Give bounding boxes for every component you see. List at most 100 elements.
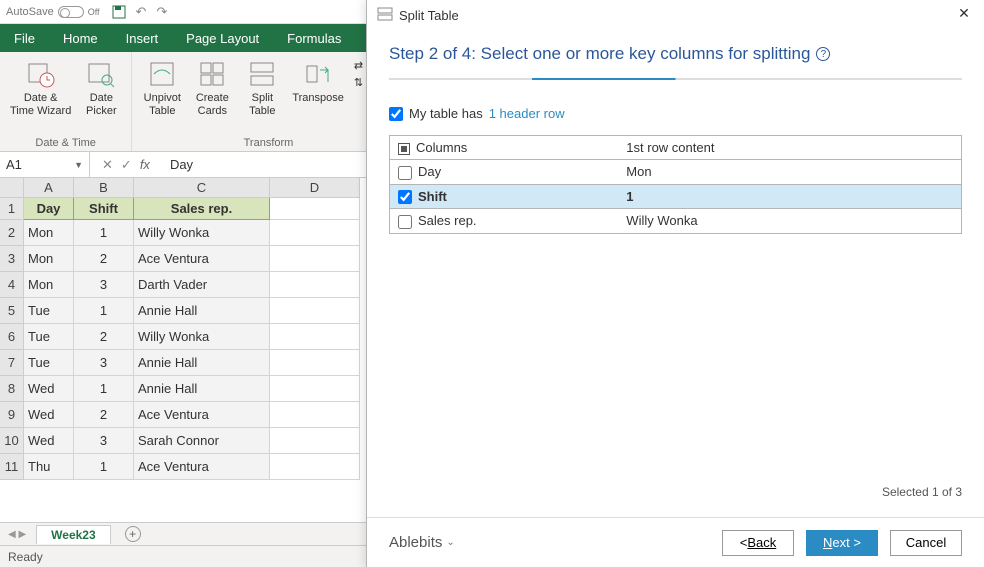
cell-shift[interactable]: 1 — [74, 376, 134, 402]
back-button[interactable]: < Back — [722, 530, 794, 556]
cancel-button[interactable]: Cancel — [890, 530, 962, 556]
select-all-checkbox[interactable] — [398, 143, 410, 155]
tab-nav[interactable]: ◀ ▶ — [8, 529, 26, 540]
next-button[interactable]: Next > — [806, 530, 878, 556]
sheet-tab-week23[interactable]: Week23 — [36, 525, 110, 544]
empty-cell[interactable] — [270, 376, 360, 402]
header-row-checkbox[interactable]: My table has 1 header row — [389, 106, 962, 121]
save-icon[interactable] — [112, 5, 126, 19]
header-row-check[interactable] — [389, 107, 403, 121]
cell-shift[interactable]: 1 — [74, 220, 134, 246]
table-header-2[interactable]: Sales rep. — [134, 198, 270, 220]
cell-rep[interactable]: Ace Ventura — [134, 402, 270, 428]
row-header-2[interactable]: 2 — [0, 220, 24, 246]
brand-menu[interactable]: Ablebits ⌄ — [389, 534, 455, 551]
cell-shift[interactable]: 2 — [74, 246, 134, 272]
row-header-6[interactable]: 6 — [0, 324, 24, 350]
undo-icon[interactable]: ↶ — [136, 4, 147, 20]
col-header-C[interactable]: C — [134, 178, 270, 198]
add-sheet-button[interactable]: + — [125, 526, 141, 542]
autosave-toggle[interactable]: AutoSave Off — [6, 6, 100, 18]
unpivot-table-button[interactable]: Unpivot Table — [138, 56, 186, 120]
cell-day[interactable]: Mon — [24, 220, 74, 246]
cancel-edit-icon[interactable]: ✕ — [102, 157, 113, 173]
row-header-4[interactable]: 4 — [0, 272, 24, 298]
empty-cell[interactable] — [270, 272, 360, 298]
empty-cell[interactable] — [270, 454, 360, 480]
table-header-1[interactable]: Shift — [74, 198, 134, 220]
row-header-8[interactable]: 8 — [0, 376, 24, 402]
cell-day[interactable]: Wed — [24, 402, 74, 428]
cell-rep[interactable]: Ace Ventura — [134, 246, 270, 272]
cell-shift[interactable]: 3 — [74, 350, 134, 376]
split-table-dialog: Split Table ✕ Step 2 of 4: Select one or… — [366, 0, 984, 567]
row-header-10[interactable]: 10 — [0, 428, 24, 454]
cell-day[interactable]: Thu — [24, 454, 74, 480]
col-header-A[interactable]: A — [24, 178, 74, 198]
empty-cell[interactable] — [270, 428, 360, 454]
column-row-2[interactable]: Sales rep. Willy Wonka — [390, 209, 962, 234]
column-checkbox-0[interactable] — [398, 166, 412, 180]
tab-insert[interactable]: Insert — [112, 24, 173, 52]
cell-day[interactable]: Wed — [24, 376, 74, 402]
empty-cell[interactable] — [270, 246, 360, 272]
redo-icon[interactable]: ↷ — [156, 4, 167, 20]
cell-shift[interactable]: 2 — [74, 402, 134, 428]
row-header-9[interactable]: 9 — [0, 402, 24, 428]
column-row-1[interactable]: Shift 1 — [390, 184, 962, 209]
date-picker-button[interactable]: Date Picker — [77, 56, 125, 120]
cell-rep[interactable]: Darth Vader — [134, 272, 270, 298]
cell-day[interactable]: Tue — [24, 350, 74, 376]
cell-shift[interactable]: 2 — [74, 324, 134, 350]
date-time-wizard-button[interactable]: Date & Time Wizard — [6, 56, 75, 120]
cell-day[interactable]: Mon — [24, 272, 74, 298]
col-header-B[interactable]: B — [74, 178, 134, 198]
cell-rep[interactable]: Willy Wonka — [134, 324, 270, 350]
cell-day[interactable]: Mon — [24, 246, 74, 272]
cell-shift[interactable]: 3 — [74, 272, 134, 298]
cell-rep[interactable]: Willy Wonka — [134, 220, 270, 246]
cell-rep[interactable]: Annie Hall — [134, 376, 270, 402]
empty-cell[interactable] — [270, 324, 360, 350]
row-header-3[interactable]: 3 — [0, 246, 24, 272]
column-checkbox-2[interactable] — [398, 215, 412, 229]
columns-header[interactable]: Columns — [390, 136, 619, 160]
tab-home[interactable]: Home — [49, 24, 112, 52]
cell-rep[interactable]: Sarah Connor — [134, 428, 270, 454]
create-cards-button[interactable]: Create Cards — [188, 56, 236, 120]
help-icon[interactable]: ? — [816, 47, 830, 61]
empty-cell[interactable] — [270, 220, 360, 246]
col-header-D[interactable]: D — [270, 178, 360, 198]
empty-cell[interactable] — [270, 198, 360, 220]
cell-rep[interactable]: Annie Hall — [134, 298, 270, 324]
cell-shift[interactable]: 1 — [74, 298, 134, 324]
tab-page-layout[interactable]: Page Layout — [172, 24, 273, 52]
tab-file[interactable]: File — [0, 24, 49, 52]
cell-day[interactable]: Wed — [24, 428, 74, 454]
close-button[interactable]: ✕ — [954, 5, 974, 25]
select-all-cell[interactable] — [0, 178, 24, 198]
row-header-1[interactable]: 1 — [0, 198, 24, 220]
cell-rep[interactable]: Annie Hall — [134, 350, 270, 376]
table-header-0[interactable]: Day — [24, 198, 74, 220]
cell-day[interactable]: Tue — [24, 298, 74, 324]
empty-cell[interactable] — [270, 350, 360, 376]
column-row-0[interactable]: Day Mon — [390, 160, 962, 185]
transpose-button[interactable]: Transpose — [288, 56, 348, 107]
row-header-5[interactable]: 5 — [0, 298, 24, 324]
empty-cell[interactable] — [270, 298, 360, 324]
cell-shift[interactable]: 1 — [74, 454, 134, 480]
name-box[interactable]: A1 ▼ — [0, 152, 90, 177]
tab-formulas[interactable]: Formulas — [273, 24, 355, 52]
header-row-link[interactable]: 1 header row — [489, 106, 565, 121]
row-header-11[interactable]: 11 — [0, 454, 24, 480]
empty-cell[interactable] — [270, 402, 360, 428]
cell-shift[interactable]: 3 — [74, 428, 134, 454]
column-checkbox-1[interactable] — [398, 190, 412, 204]
cell-rep[interactable]: Ace Ventura — [134, 454, 270, 480]
split-table-button[interactable]: Split Table — [238, 56, 286, 120]
confirm-edit-icon[interactable]: ✓ — [121, 157, 132, 173]
row-header-7[interactable]: 7 — [0, 350, 24, 376]
cell-day[interactable]: Tue — [24, 324, 74, 350]
fx-icon[interactable]: fx — [140, 157, 150, 172]
